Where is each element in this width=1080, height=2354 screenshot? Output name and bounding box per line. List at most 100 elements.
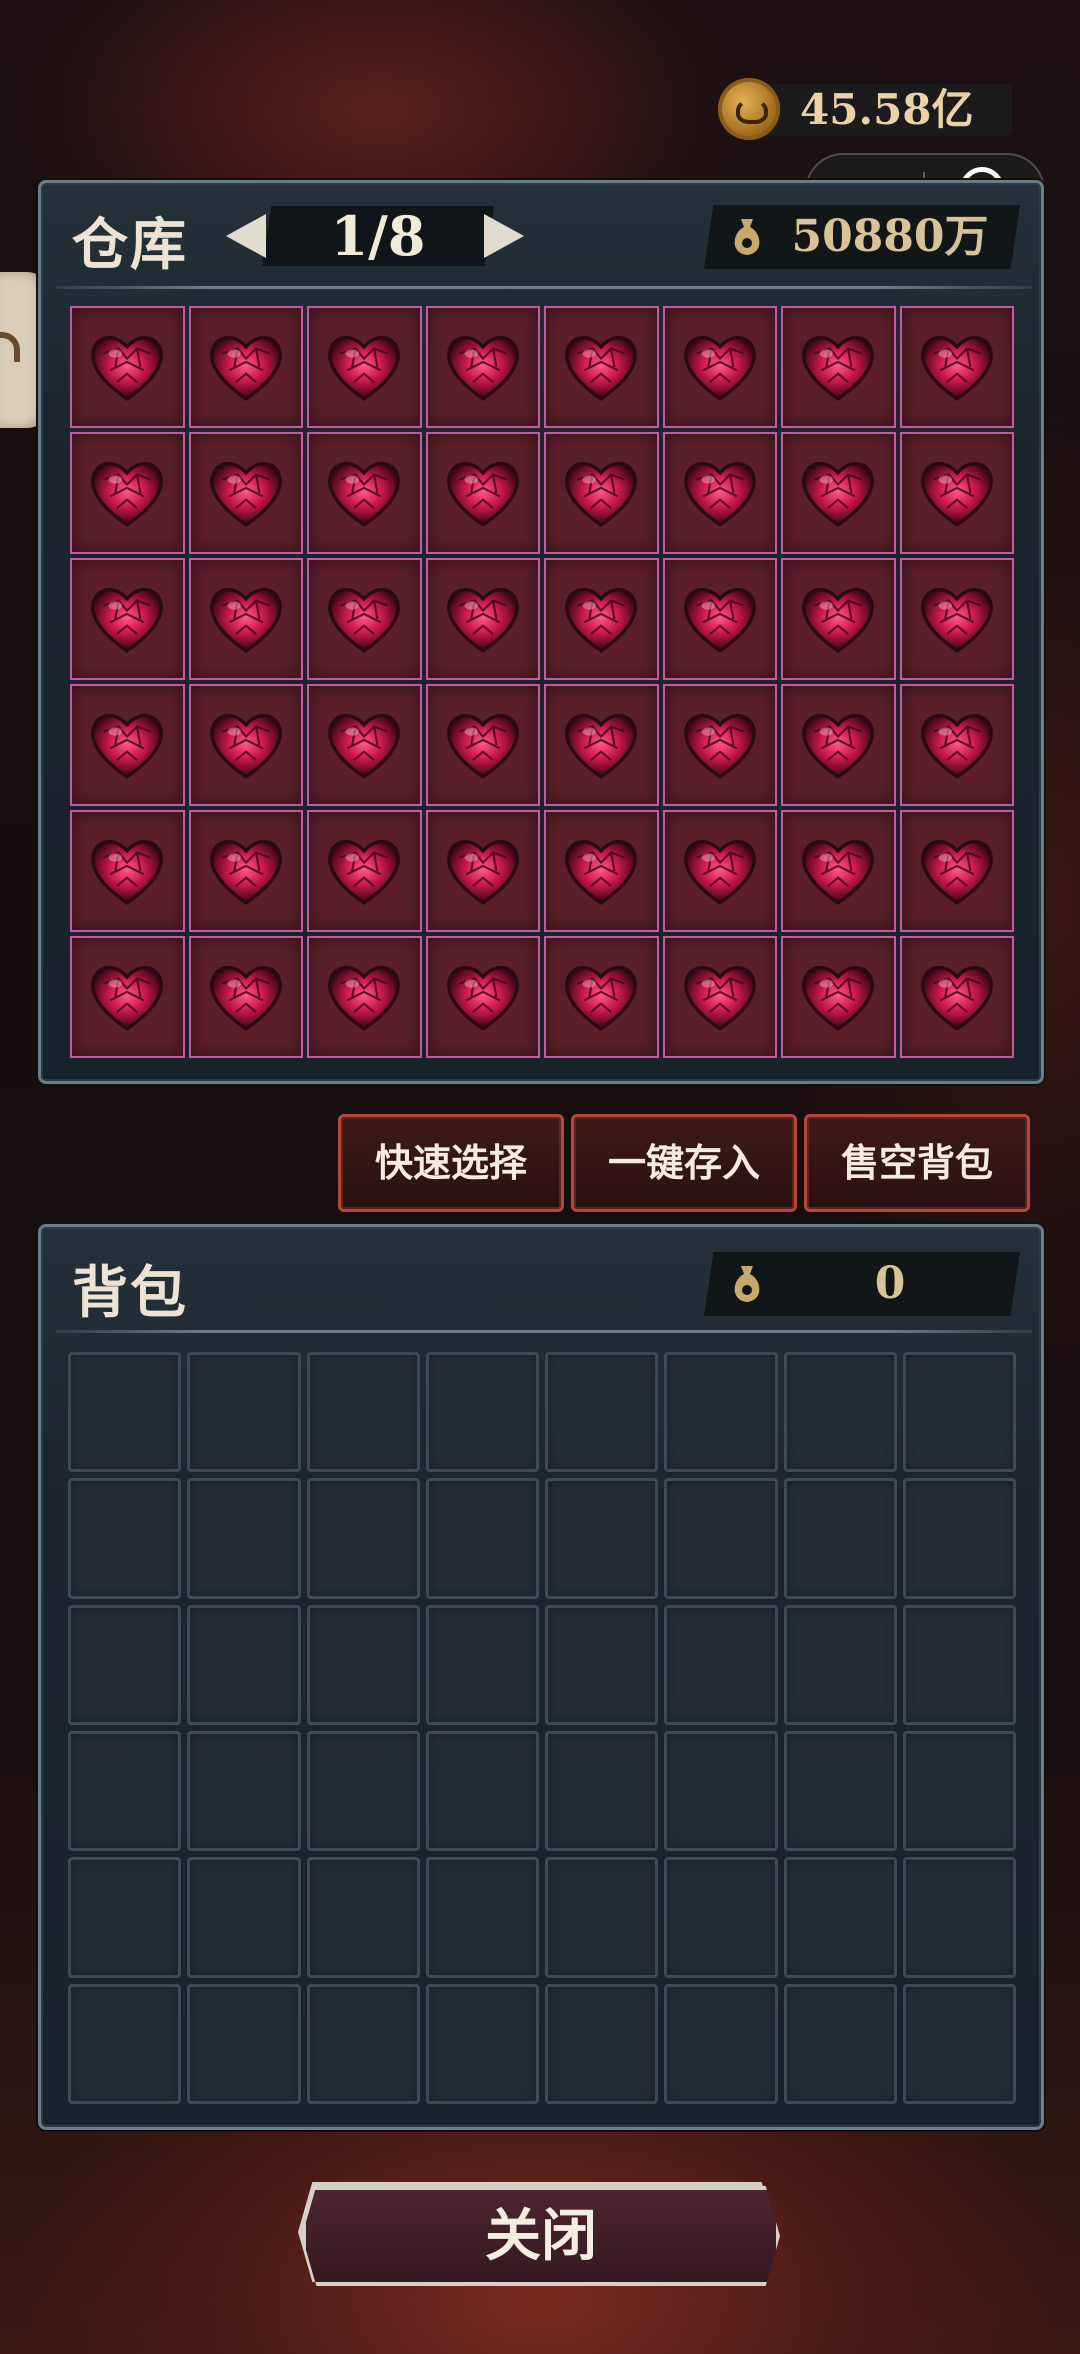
bag-slot-empty[interactable] [68, 1983, 182, 2104]
warehouse-slot[interactable] [662, 936, 777, 1058]
bag-slot-empty[interactable] [306, 1352, 420, 1473]
warehouse-slot[interactable] [425, 810, 540, 932]
deposit-all-button[interactable]: 一键存入 [571, 1114, 797, 1212]
bag-slot-empty[interactable] [306, 1731, 420, 1852]
warehouse-slot[interactable] [188, 936, 303, 1058]
warehouse-slot[interactable] [781, 558, 896, 680]
bag-slot-empty[interactable] [783, 1478, 897, 1599]
bag-slot-empty[interactable] [187, 1604, 301, 1725]
bag-slot-empty[interactable] [425, 1352, 539, 1473]
warehouse-slot[interactable] [662, 810, 777, 932]
warehouse-slot[interactable] [70, 810, 185, 932]
bag-slot-empty[interactable] [68, 1731, 182, 1852]
bag-slot-empty[interactable] [306, 1604, 420, 1725]
bag-slot-empty[interactable] [68, 1857, 182, 1978]
warehouse-slot[interactable] [899, 432, 1014, 554]
warehouse-slot[interactable] [70, 306, 185, 428]
bag-slot-empty[interactable] [783, 1731, 897, 1852]
bag-slot-empty[interactable] [545, 1983, 659, 2104]
sell-bag-button[interactable]: 售空背包 [804, 1114, 1030, 1212]
warehouse-slot[interactable] [425, 558, 540, 680]
bag-slot-empty[interactable] [187, 1857, 301, 1978]
bag-slot-empty[interactable] [902, 1604, 1016, 1725]
bag-slot-empty[interactable] [187, 1352, 301, 1473]
bag-slot-empty[interactable] [783, 1983, 897, 2104]
bag-slot-empty[interactable] [664, 1857, 778, 1978]
warehouse-slot[interactable] [425, 432, 540, 554]
bag-slot-empty[interactable] [783, 1352, 897, 1473]
warehouse-slot[interactable] [307, 936, 422, 1058]
bag-slot-empty[interactable] [664, 1352, 778, 1473]
bag-slot-empty[interactable] [545, 1604, 659, 1725]
warehouse-slot[interactable] [781, 432, 896, 554]
warehouse-slot[interactable] [544, 306, 659, 428]
bag-slot-empty[interactable] [425, 1857, 539, 1978]
prev-page-arrow-icon[interactable] [226, 214, 266, 258]
bag-slot-empty[interactable] [902, 1731, 1016, 1852]
bag-slot-empty[interactable] [187, 1478, 301, 1599]
close-button[interactable]: 关闭 [302, 2186, 780, 2286]
warehouse-slot[interactable] [307, 306, 422, 428]
quick-select-button[interactable]: 快速选择 [338, 1114, 564, 1212]
warehouse-slot[interactable] [662, 684, 777, 806]
warehouse-slot[interactable] [188, 432, 303, 554]
warehouse-slot[interactable] [544, 936, 659, 1058]
bag-slot-empty[interactable] [783, 1857, 897, 1978]
bag-slot-empty[interactable] [187, 1983, 301, 2104]
bag-slot-empty[interactable] [664, 1478, 778, 1599]
bag-slot-empty[interactable] [425, 1731, 539, 1852]
warehouse-slot[interactable] [188, 558, 303, 680]
warehouse-slot[interactable] [662, 306, 777, 428]
bag-slot-empty[interactable] [902, 1983, 1016, 2104]
warehouse-slot[interactable] [307, 810, 422, 932]
warehouse-slot[interactable] [544, 432, 659, 554]
warehouse-slot[interactable] [899, 936, 1014, 1058]
warehouse-slot[interactable] [781, 684, 896, 806]
bag-slot-empty[interactable] [306, 1857, 420, 1978]
warehouse-slot[interactable] [662, 558, 777, 680]
bag-slot-empty[interactable] [306, 1478, 420, 1599]
warehouse-slot[interactable] [781, 810, 896, 932]
warehouse-slot[interactable] [70, 558, 185, 680]
warehouse-slot[interactable] [544, 558, 659, 680]
warehouse-slot[interactable] [899, 306, 1014, 428]
bag-slot-empty[interactable] [783, 1604, 897, 1725]
bag-slot-empty[interactable] [306, 1983, 420, 2104]
bag-slot-empty[interactable] [545, 1478, 659, 1599]
bag-slot-empty[interactable] [68, 1604, 182, 1725]
bag-slot-empty[interactable] [545, 1352, 659, 1473]
bag-slot-empty[interactable] [664, 1983, 778, 2104]
warehouse-slot[interactable] [899, 684, 1014, 806]
warehouse-slot[interactable] [307, 432, 422, 554]
next-page-arrow-icon[interactable] [484, 214, 524, 258]
warehouse-slot[interactable] [544, 684, 659, 806]
warehouse-slot[interactable] [781, 306, 896, 428]
bag-slot-empty[interactable] [902, 1478, 1016, 1599]
warehouse-slot[interactable] [70, 432, 185, 554]
warehouse-slot[interactable] [899, 810, 1014, 932]
warehouse-slot[interactable] [188, 306, 303, 428]
warehouse-slot[interactable] [188, 810, 303, 932]
warehouse-slot[interactable] [70, 684, 185, 806]
warehouse-slot[interactable] [425, 306, 540, 428]
bag-slot-empty[interactable] [425, 1478, 539, 1599]
bag-slot-empty[interactable] [902, 1352, 1016, 1473]
bag-slot-empty[interactable] [68, 1478, 182, 1599]
bag-slot-empty[interactable] [545, 1857, 659, 1978]
bag-slot-empty[interactable] [68, 1352, 182, 1473]
warehouse-slot[interactable] [781, 936, 896, 1058]
warehouse-slot[interactable] [70, 936, 185, 1058]
bag-slot-empty[interactable] [425, 1604, 539, 1725]
bag-slot-empty[interactable] [664, 1604, 778, 1725]
warehouse-slot[interactable] [307, 684, 422, 806]
warehouse-slot[interactable] [425, 684, 540, 806]
warehouse-slot[interactable] [544, 810, 659, 932]
bag-slot-empty[interactable] [425, 1983, 539, 2104]
bag-slot-empty[interactable] [902, 1857, 1016, 1978]
bag-slot-empty[interactable] [187, 1731, 301, 1852]
bag-slot-empty[interactable] [545, 1731, 659, 1852]
bag-slot-empty[interactable] [664, 1731, 778, 1852]
warehouse-slot[interactable] [899, 558, 1014, 680]
warehouse-slot[interactable] [662, 432, 777, 554]
warehouse-slot[interactable] [425, 936, 540, 1058]
